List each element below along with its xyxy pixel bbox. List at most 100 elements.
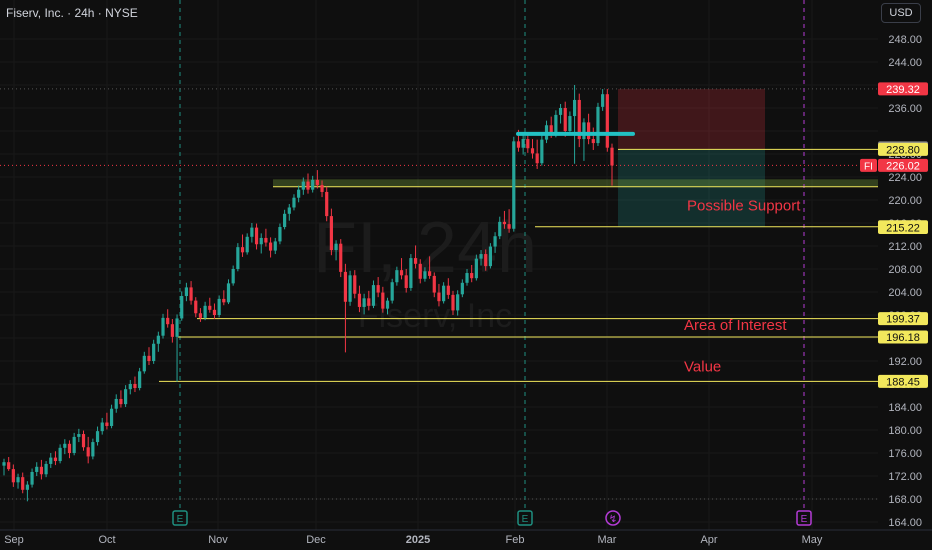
price-tick: 204.00	[888, 287, 922, 299]
candle-body	[166, 317, 170, 325]
candle-body	[442, 285, 446, 302]
price-tick: 184.00	[888, 402, 922, 414]
candle-body	[226, 283, 231, 303]
candle-body	[540, 139, 544, 164]
candle-body	[306, 181, 310, 190]
candle-body	[395, 270, 399, 283]
candle-body	[222, 298, 226, 303]
event-markers: E E ↯ E	[172, 510, 812, 526]
candle-body	[512, 141, 516, 229]
candle-body	[474, 258, 478, 279]
dividend-glyph: ↯	[609, 514, 617, 525]
candle-body	[498, 221, 502, 237]
price-label: 239.32	[886, 84, 920, 96]
candle-body	[437, 292, 441, 302]
time-tick: Sep	[4, 534, 24, 546]
candle-body	[109, 408, 114, 426]
candle-body	[156, 335, 160, 344]
time-tick: 2025	[406, 534, 430, 546]
annotation-label: Possible Support	[687, 197, 801, 214]
candle-body	[138, 371, 142, 389]
price-tick: 176.00	[888, 448, 922, 460]
time-tick: Mar	[598, 534, 617, 546]
candle-body	[385, 300, 390, 309]
candle-body	[423, 271, 427, 279]
earnings-glyph: E	[177, 514, 184, 525]
candle-body	[610, 147, 614, 166]
currency-button[interactable]: USD	[881, 3, 921, 23]
candle-body	[72, 436, 76, 453]
candle-body	[493, 236, 497, 247]
candle-body	[367, 298, 371, 306]
candle-body	[180, 296, 184, 319]
price-tick: 192.00	[888, 356, 922, 368]
candle-body	[7, 462, 11, 470]
candle-body	[133, 384, 137, 389]
candle-body	[451, 294, 455, 311]
price-tick: 244.00	[888, 57, 922, 69]
candle-body	[142, 355, 146, 372]
demand-zone	[273, 179, 878, 187]
stop-zone	[618, 88, 765, 150]
candle-body	[292, 197, 296, 208]
candle-body	[554, 114, 558, 135]
time-tick: Dec	[306, 534, 326, 546]
candle-body	[245, 236, 249, 253]
candle-body	[353, 275, 357, 294]
candle-body	[311, 179, 315, 190]
candle-body	[161, 317, 165, 336]
candle-body	[44, 463, 48, 475]
candle-body	[119, 398, 123, 405]
candle-body	[203, 305, 207, 318]
candle-body	[334, 243, 338, 251]
candle-body	[49, 457, 53, 464]
candle-body	[208, 305, 212, 310]
price-tick: 212.00	[888, 241, 922, 253]
chart-title: Fiserv, Inc. · 24h · NYSE	[6, 6, 138, 20]
candle-body	[357, 293, 362, 307]
candle-body	[124, 389, 128, 405]
candle-body	[563, 108, 567, 131]
candle-body	[404, 275, 408, 288]
price-tick: 172.00	[888, 471, 922, 483]
candle-body	[409, 258, 413, 288]
candle-body	[297, 189, 301, 198]
candle-body	[189, 287, 193, 301]
price-label: 228.80	[886, 144, 920, 156]
candle-body	[81, 434, 86, 448]
candle-body	[25, 484, 29, 490]
candle-body	[526, 139, 530, 149]
price-tick: 248.00	[888, 34, 922, 46]
price-tick: 220.00	[888, 195, 922, 207]
time-tick: Apr	[700, 534, 717, 546]
candle-body	[77, 434, 81, 437]
candle-body	[502, 221, 507, 225]
candle-body	[105, 422, 109, 426]
candle-body	[21, 477, 25, 490]
candle-body	[418, 263, 422, 279]
price-label: 215.22	[886, 222, 920, 234]
symbol-tag: FI	[864, 161, 873, 172]
price-chart[interactable]: FI, 24h Fiserv, Inc Possible SupportArea…	[0, 0, 932, 550]
candle-body	[516, 141, 521, 148]
candle-body	[465, 273, 469, 283]
candle-body	[413, 258, 418, 264]
time-tick: May	[802, 534, 823, 546]
candle-body	[605, 94, 609, 148]
candle-body	[315, 179, 319, 186]
candle-body	[91, 442, 95, 457]
candle-body	[301, 181, 305, 190]
candle-body	[254, 227, 259, 245]
candle-body	[2, 462, 6, 466]
candle-body	[339, 243, 343, 272]
candle-body	[287, 207, 291, 214]
candle-body	[250, 227, 254, 237]
candle-body	[399, 270, 404, 276]
candle-body	[428, 271, 432, 276]
price-label: 226.02	[886, 160, 920, 172]
candles	[2, 85, 614, 502]
time-axis: Sep Oct Nov Dec 2025 Feb Mar Apr May	[0, 529, 932, 546]
candle-body	[460, 282, 464, 295]
candle-body	[329, 216, 333, 251]
candle-body	[484, 254, 488, 267]
